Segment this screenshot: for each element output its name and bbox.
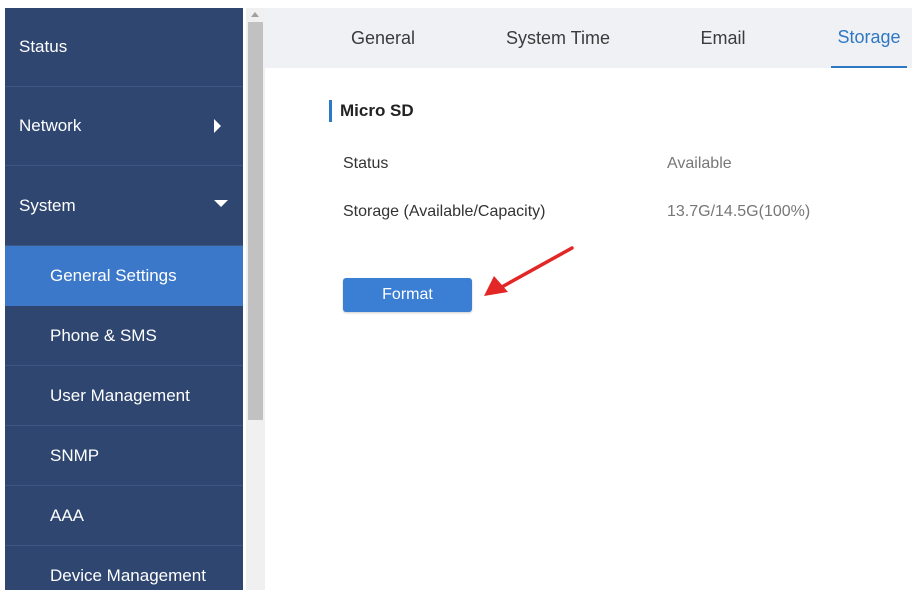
status-label: Status	[343, 155, 389, 172]
sidebar-item-system[interactable]: System	[5, 166, 243, 246]
storage-value: 13.7G/14.5G(100%)	[667, 203, 811, 220]
sidebar-subitem-label: AAA	[50, 505, 85, 525]
caret-down-icon	[214, 199, 228, 207]
sidebar-subitem-label: Device Management	[50, 565, 206, 585]
tab-email[interactable]: Email	[683, 8, 763, 68]
sidebar-subitem-label: SNMP	[50, 445, 100, 465]
tab-label: Storage	[837, 26, 901, 47]
sidebar-subitem-user-management[interactable]: User Management	[5, 366, 243, 426]
sidebar-subitem-label: User Management	[50, 385, 190, 405]
tab-bar: General System Time Email Storage	[265, 8, 912, 68]
scrollbar-thumb[interactable]	[248, 22, 263, 420]
sidebar-item-network[interactable]: Network	[5, 87, 243, 166]
tab-label: General	[350, 27, 416, 48]
sidebar-subitem-device-management[interactable]: Device Management	[5, 546, 243, 590]
caret-right-icon	[214, 119, 221, 133]
sidebar-subitem-phone-sms[interactable]: Phone & SMS	[5, 306, 243, 366]
red-arrow-icon	[484, 246, 574, 296]
sidebar-item-label: Status	[19, 37, 68, 56]
tab-storage[interactable]: Storage	[831, 8, 907, 68]
section-title: Micro SD	[329, 100, 414, 122]
sidebar: Status Network System General Settings P…	[5, 8, 243, 590]
sidebar-subitem-label: Phone & SMS	[50, 325, 157, 345]
sidebar-item-label: System	[19, 195, 76, 215]
sidebar-item-label: Network	[19, 116, 82, 135]
sidebar-scrollbar[interactable]	[246, 8, 265, 590]
tab-label: System Time	[505, 27, 611, 48]
sidebar-subitem-aaa[interactable]: AAA	[5, 486, 243, 546]
sidebar-subitem-snmp[interactable]: SNMP	[5, 426, 243, 486]
sidebar-item-status[interactable]: Status	[5, 8, 243, 87]
storage-panel: Micro SD Status Available Storage (Avail…	[265, 68, 912, 590]
tab-system-time[interactable]: System Time	[498, 8, 618, 68]
scroll-up-arrow-icon[interactable]	[251, 12, 259, 17]
format-button[interactable]: Format	[343, 278, 472, 312]
sidebar-subitem-label: General Settings	[50, 265, 177, 285]
sidebar-subitem-general-settings[interactable]: General Settings	[5, 246, 243, 306]
tab-label: Email	[700, 27, 746, 48]
status-value: Available	[667, 155, 732, 172]
tab-general[interactable]: General	[335, 8, 431, 68]
storage-label: Storage (Available/Capacity)	[343, 203, 546, 220]
